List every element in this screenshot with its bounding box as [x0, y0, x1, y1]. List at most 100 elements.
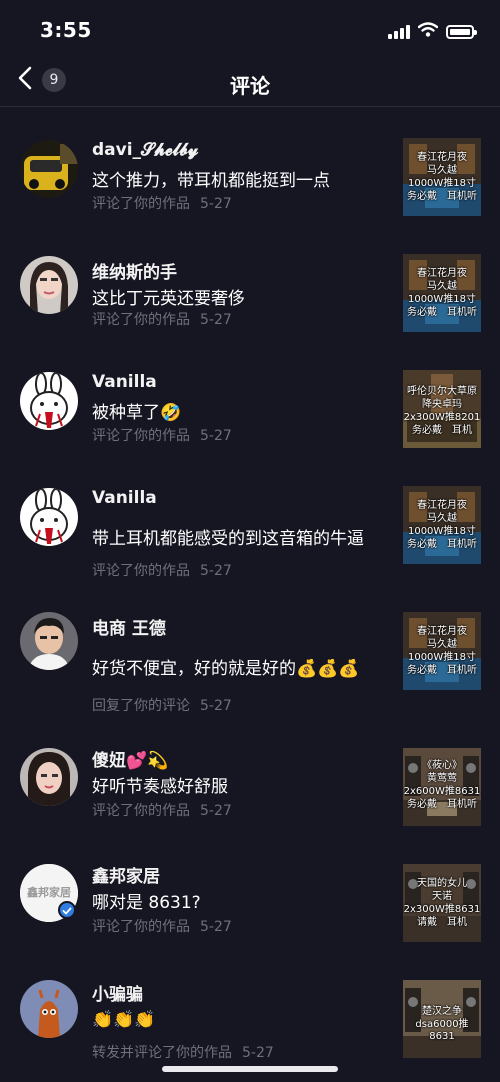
thumbnail-caption-line: 春江花月夜	[417, 152, 467, 163]
comment-date: 5-27	[200, 698, 232, 714]
avatar[interactable]	[20, 612, 78, 670]
thumbnail-caption-line: 2x300W推8631	[403, 904, 481, 915]
video-thumbnail[interactable]: 楚汉之争 dsa6000推8631	[403, 980, 481, 1058]
video-thumbnail[interactable]: 天国的女儿 天诺 2x300W推8631 请戴 耳机	[403, 864, 481, 942]
page-title: 评论	[230, 74, 270, 98]
comment-text: 好货不便宜，好的就是好的💰💰💰	[92, 659, 360, 679]
commenter-name[interactable]: 小骗骗	[92, 980, 143, 1005]
status-icons	[388, 22, 477, 41]
comment-date: 5-27	[200, 312, 232, 328]
comment-action: 评论了你的作品	[92, 428, 190, 444]
thumbnail-caption-line: 马久越	[427, 281, 457, 292]
verified-badge-icon	[58, 901, 76, 919]
thumbnail-caption-line: 1000W推18寸	[407, 526, 477, 537]
avatar-text: 鑫邦家居	[27, 886, 71, 899]
comment-text: 这比丁元英还要奢侈	[92, 289, 245, 309]
comment-meta: 转发并评论了你的作品 5-27	[92, 1042, 274, 1062]
thumbnail-caption-line: 降央卓玛	[422, 399, 462, 410]
avatar[interactable]	[20, 980, 78, 1038]
thumbnail-caption-line: 春江花月夜	[417, 626, 467, 637]
thumbnail-caption-line: 天诺	[432, 891, 452, 902]
video-thumbnail[interactable]: 呼伦贝尔大草原 降央卓玛 2x300W推8201 务必戴 耳机	[403, 370, 481, 448]
thumbnail-caption-line: 2x300W推8201	[403, 412, 481, 423]
comment-meta: 评论了你的作品 5-27	[92, 560, 232, 580]
thumbnail-caption-line: 请戴 耳机	[417, 917, 467, 928]
commenter-name[interactable]: davi_𝓢𝓱𝓮𝓵𝓫𝔂	[92, 140, 199, 160]
thumbnail-caption-line: 1000W推18寸	[407, 652, 477, 663]
home-indicator[interactable]	[162, 1066, 338, 1072]
comment-text: 哪对是 8631?	[92, 893, 201, 913]
video-thumbnail[interactable]: 《莜心》 黄莺莺 2x600W推8631 务必戴 耳机听	[403, 748, 481, 826]
thumbnail-caption-line: 马久越	[427, 165, 457, 176]
video-thumbnail[interactable]: 春江花月夜 马久越 1000W推18寸 务必戴 耳机听	[403, 486, 481, 564]
thumbnail-image	[403, 254, 481, 332]
thumbnail-caption-line: 务必戴 耳机听	[407, 665, 477, 676]
video-thumbnail[interactable]: 春江花月夜 马久越 1000W推18寸 务必戴 耳机听	[403, 254, 481, 332]
commenter-name[interactable]: Vanilla	[92, 488, 157, 508]
comment-text: 👏👏👏	[92, 1010, 156, 1030]
comment-action: 评论了你的作品	[92, 196, 190, 212]
thumbnail-caption-line: 马久越	[427, 639, 457, 650]
comment-item[interactable]: Vanilla 被种草了🤣 评论了你的作品 5-27 呼伦贝尔大草原 降央卓玛 2…	[0, 362, 500, 472]
comment-text: 带上耳机都能感受的到这音箱的牛逼	[92, 529, 364, 549]
thumbnail-caption-line: 春江花月夜	[417, 268, 467, 279]
comment-item[interactable]: 维纳斯的手 这比丁元英还要奢侈 评论了你的作品 5-27 春江花月夜 马久越 10…	[0, 246, 500, 356]
commenter-name[interactable]: 电商 王德	[92, 614, 166, 639]
thumbnail-caption-line: 春江花月夜	[417, 500, 467, 511]
comment-text: 好听节奏感好舒服	[92, 777, 228, 797]
comment-meta: 评论了你的作品 5-27	[92, 193, 232, 213]
thumbnail-caption-line: 务必戴 耳机听	[407, 191, 477, 202]
comment-item[interactable]: 傻妞💕💫 好听节奏感好舒服 评论了你的作品 5-27 《莜心》 黄莺莺 2x600…	[0, 740, 500, 850]
avatar[interactable]	[20, 256, 78, 314]
thumbnail-caption-line: 1000W推18寸	[407, 294, 477, 305]
commenter-name[interactable]: 鑫邦家居	[92, 862, 160, 887]
commenter-name[interactable]: 傻妞💕💫	[92, 746, 168, 771]
comment-date: 5-27	[200, 919, 232, 935]
commenter-name[interactable]: Vanilla	[92, 372, 157, 392]
nav-bar: 9 评论	[0, 58, 500, 107]
comment-text: 这个推力，带耳机都能挺到一点	[92, 171, 330, 191]
comment-item[interactable]: 鑫邦家居 鑫邦家居 哪对是 8631? 评论了你的作品 5-27 天国的女儿 天诺…	[0, 856, 500, 966]
video-thumbnail[interactable]: 春江花月夜 马久越 1000W推18寸 务必戴 耳机听	[403, 612, 481, 690]
comment-date: 5-27	[200, 803, 232, 819]
comment-action: 转发并评论了你的作品	[92, 1045, 232, 1061]
comment-meta: 评论了你的作品 5-27	[92, 309, 232, 329]
avatar[interactable]	[20, 748, 78, 806]
thumbnail-caption-line: 务必戴 耳机	[412, 425, 472, 436]
avatar[interactable]	[20, 488, 78, 546]
thumbnail-caption-line: 2x600W推8631	[403, 786, 481, 797]
battery-icon	[446, 24, 477, 39]
comment-date: 5-27	[200, 563, 232, 579]
avatar[interactable]	[20, 372, 78, 430]
thumbnail-caption-line: 1000W推18寸	[407, 178, 477, 189]
thumbnail-caption-line: 务必戴 耳机听	[407, 307, 477, 318]
thumbnail-caption-line: 务必戴 耳机听	[407, 799, 477, 810]
commenter-name[interactable]: 维纳斯的手	[92, 258, 177, 283]
status-bar: 3:55	[0, 0, 500, 58]
wifi-icon	[417, 22, 439, 41]
comment-text: 被种草了🤣	[92, 403, 182, 423]
avatar[interactable]	[20, 140, 78, 198]
comment-action: 评论了你的作品	[92, 919, 190, 935]
video-thumbnail[interactable]: 春江花月夜 马久越 1000W推18寸 务必戴 耳机听	[403, 138, 481, 216]
comment-meta: 回复了你的评论 5-27	[92, 695, 232, 715]
comment-date: 5-27	[242, 1045, 274, 1061]
thumbnail-caption-line: 马久越	[427, 513, 457, 524]
thumbnail-caption-line: 楚汉之争	[422, 1006, 462, 1017]
thumbnail-caption-line: dsa6000推8631	[415, 1019, 469, 1042]
thumbnail-image	[403, 138, 481, 216]
comment-item[interactable]: davi_𝓢𝓱𝓮𝓵𝓫𝔂 这个推力，带耳机都能挺到一点 评论了你的作品 5-27 春…	[0, 130, 500, 240]
comment-item[interactable]: 电商 王德 好货不便宜，好的就是好的💰💰💰 回复了你的评论 5-27 春江花月夜 …	[0, 604, 500, 724]
cellular-signal-icon	[388, 24, 410, 39]
thumbnail-image	[403, 864, 481, 942]
comment-meta: 评论了你的作品 5-27	[92, 800, 232, 820]
thumbnail-image	[403, 486, 481, 564]
comment-item[interactable]: Vanilla 带上耳机都能感受的到这音箱的牛逼 评论了你的作品 5-27 春江花…	[0, 478, 500, 598]
comment-action: 评论了你的作品	[92, 803, 190, 819]
comment-action: 评论了你的作品	[92, 563, 190, 579]
thumbnail-caption-line: 黄莺莺	[427, 773, 457, 784]
thumbnail-image	[403, 612, 481, 690]
comment-meta: 评论了你的作品 5-27	[92, 425, 232, 445]
comment-date: 5-27	[200, 428, 232, 444]
comment-action: 回复了你的评论	[92, 698, 190, 714]
